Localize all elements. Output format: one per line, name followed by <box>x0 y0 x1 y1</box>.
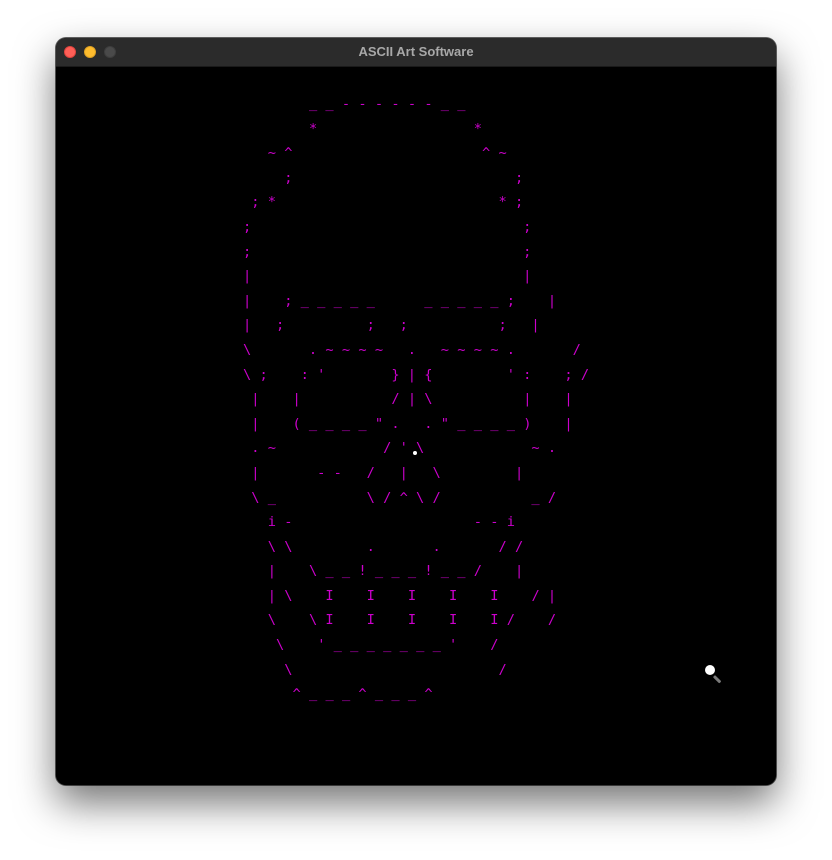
ascii-art-line: ; * * ; <box>251 194 524 211</box>
ascii-art-line: ; ; <box>243 218 532 235</box>
ascii-art-line: | ( _ _ _ _ " . . " _ _ _ _ ) | <box>251 415 573 432</box>
ascii-art-line: | | <box>243 268 532 285</box>
ascii-art-line: _ _ - - - - - - _ _ <box>267 96 466 112</box>
ascii-art-line: . ~ / ' \ ~ . <box>251 440 557 457</box>
window-title: ASCII Art Software <box>358 44 474 59</box>
ascii-art-line: ; ; <box>284 169 524 186</box>
ascii-art-line: * * <box>284 120 483 137</box>
ascii-art-line: | - - / | \ | <box>251 464 524 481</box>
desktop: ASCII Art Software _ _ - - - - - - _ _ *… <box>0 0 832 860</box>
app-window: ASCII Art Software _ _ - - - - - - _ _ *… <box>56 38 776 785</box>
ascii-art-line: | ; _ _ _ _ _ _ _ _ _ _ ; | <box>243 292 557 309</box>
ascii-art-line: \ _ \ / ^ \ / _ / <box>251 489 557 506</box>
ascii-art-line: \ \ I I I I I / / <box>267 612 557 629</box>
ascii-art-line: \ . ~ ~ ~ ~ . ~ ~ ~ ~ . / <box>243 341 581 358</box>
ascii-art-line: ^ _ _ _ ^ _ _ _ ^ <box>292 686 433 703</box>
ascii-art-line: | ; ; ; ; | <box>243 317 540 334</box>
ascii-art-line: ; ; <box>243 243 532 260</box>
ascii-canvas[interactable]: _ _ - - - - - - _ _ * * ~ ^ ^ ~ ; ; ; * * ;… <box>56 67 776 785</box>
title-bar[interactable]: ASCII Art Software <box>56 38 776 67</box>
ascii-art-line: i - - - i <box>267 514 515 531</box>
ascii-art-line: \ ' _ _ _ _ _ _ _ ' / <box>276 637 499 654</box>
canvas-center-marker <box>413 451 417 455</box>
ascii-art-line: | | / | \ | | <box>251 391 573 408</box>
ascii-art-line: ~ ^ ^ ~ <box>267 145 507 162</box>
magnifier-cursor-icon <box>705 665 727 687</box>
ascii-art-line: \ ; : ' } | { ' : ; / <box>243 366 590 383</box>
ascii-skull-art: _ _ - - - - - - _ _ * * ~ ^ ^ ~ ; ; ; * * ;… <box>243 92 589 707</box>
ascii-art-line: \ \ . . / / <box>267 538 524 555</box>
ascii-art-line: \ / <box>284 661 507 678</box>
ascii-art-line: | \ _ _ ! _ _ _ ! _ _ / | <box>267 563 524 580</box>
ascii-art-line: | \ I I I I I / | <box>267 587 557 604</box>
